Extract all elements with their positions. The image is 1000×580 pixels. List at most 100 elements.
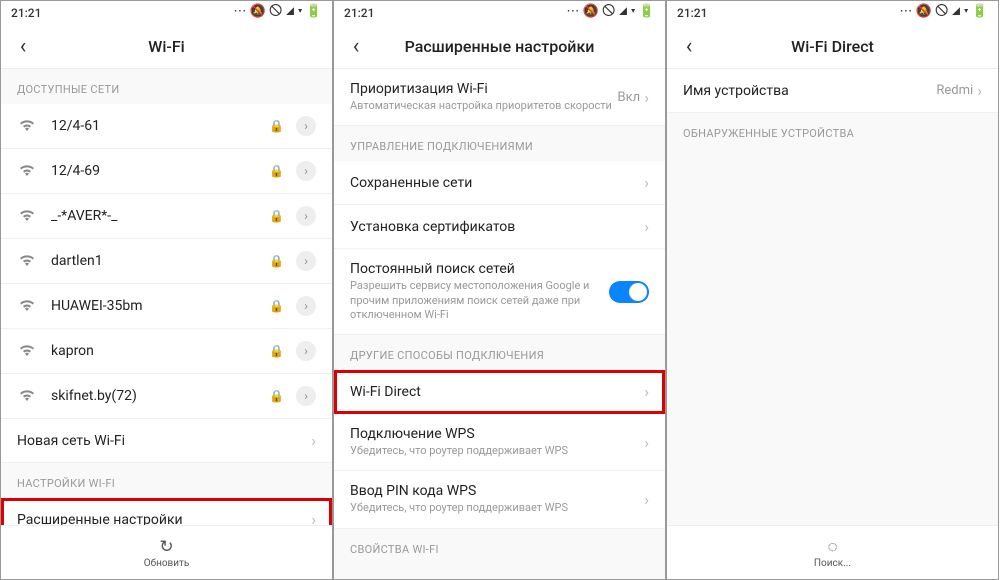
- network-name: kapron: [51, 343, 269, 359]
- network-row[interactable]: kapron 🔒 ›: [1, 329, 332, 374]
- section-connection-management: УПРАВЛЕНИЕ ПОДКЛЮЧЕНИЯМИ: [334, 126, 665, 161]
- wifi-direct-row[interactable]: Wi-Fi Direct ›: [334, 370, 665, 414]
- network-name: skifnet.by(72): [51, 388, 269, 404]
- priority-sub: Автоматическая настройка приоритетов ско…: [350, 99, 618, 113]
- lock-icon: 🔒: [269, 344, 284, 358]
- refresh-icon: ↻: [159, 537, 173, 557]
- chevron-icon: ›: [644, 88, 649, 107]
- priority-title: Приоритизация Wi-Fi: [350, 81, 618, 97]
- network-row[interactable]: 12/4-61 🔒 ›: [1, 104, 332, 149]
- section-other-methods: ДРУГИЕ СПОСОБЫ ПОДКЛЮЧЕНИЯ: [334, 335, 665, 370]
- search-icon: ◌: [827, 537, 837, 557]
- content: Имя устройства Redmi › ОБНАРУЖЕННЫЕ УСТР…: [667, 69, 998, 525]
- content: Приоритизация Wi-Fi Автоматическая настр…: [334, 69, 665, 579]
- network-row[interactable]: dartlen1 🔒 ›: [1, 239, 332, 284]
- chevron-icon: ›: [296, 296, 316, 316]
- footer-label: Обновить: [144, 558, 190, 569]
- status-time: 21:21: [677, 6, 707, 20]
- wifi-icon: [17, 297, 37, 315]
- status-bar: 21:21 ⋯ 🔕 🛇 ◢ ▾ 🔋: [1, 1, 332, 25]
- wps-row[interactable]: Подключение WPS Убедитесь, что роутер по…: [334, 414, 665, 471]
- back-button[interactable]: ‹: [667, 25, 711, 69]
- saved-networks-label: Сохраненные сети: [350, 175, 640, 191]
- lock-icon: 🔒: [269, 389, 284, 403]
- advanced-settings-label: Расширенные настройки: [17, 512, 307, 526]
- footer-label: Поиск...: [814, 558, 851, 569]
- wifi-priority-row[interactable]: Приоритизация Wi-Fi Автоматическая настр…: [334, 69, 665, 126]
- chevron-icon: ›: [296, 341, 316, 361]
- priority-value: Вкл: [618, 90, 641, 105]
- wps-sub: Убедитесь, что роутер поддерживает WPS: [350, 444, 640, 458]
- back-button[interactable]: ‹: [334, 25, 378, 69]
- status-bar: 21:21 ⋯ 🔕 🛇 ◢ ▾ 🔋: [334, 1, 665, 25]
- lock-icon: 🔒: [269, 119, 284, 133]
- install-certs-label: Установка сертификатов: [350, 219, 640, 235]
- saved-networks-row[interactable]: Сохраненные сети ›: [334, 161, 665, 205]
- chevron-icon: ›: [311, 431, 316, 450]
- scan-toggle[interactable]: [609, 281, 649, 303]
- wps-pin-title: Ввод PIN кода WPS: [350, 483, 640, 499]
- wps-title: Подключение WPS: [350, 426, 640, 442]
- network-row[interactable]: 12/4-69 🔒 ›: [1, 149, 332, 194]
- back-button[interactable]: ‹: [1, 25, 45, 69]
- page-title: Wi-Fi: [1, 37, 332, 56]
- page-title: Расширенные настройки: [334, 37, 665, 56]
- device-name-row[interactable]: Имя устройства Redmi ›: [667, 69, 998, 113]
- network-name: dartlen1: [51, 253, 269, 269]
- wifi-icon: [17, 252, 37, 270]
- device-name-value: Redmi: [936, 83, 973, 98]
- wifi-icon: [17, 117, 37, 135]
- chevron-icon: ›: [977, 81, 982, 100]
- lock-icon: 🔒: [269, 254, 284, 268]
- chevron-icon: ›: [644, 173, 649, 192]
- network-row[interactable]: skifnet.by(72) 🔒 ›: [1, 374, 332, 419]
- status-bar: 21:21 ⋯ 🔕 🛇 ◢ ▾ 🔋: [667, 1, 998, 25]
- network-row[interactable]: _-*AVER*-_ 🔒 ›: [1, 194, 332, 239]
- network-name: 12/4-61: [51, 118, 269, 134]
- lock-icon: 🔒: [269, 164, 284, 178]
- network-name: _-*AVER*-_: [51, 208, 269, 224]
- wifi-icon: [17, 162, 37, 180]
- wps-pin-row[interactable]: Ввод PIN кода WPS Убедитесь, что роутер …: [334, 471, 665, 528]
- header: ‹ Wi-Fi Direct: [667, 25, 998, 69]
- new-network-row[interactable]: Новая сеть Wi-Fi ›: [1, 419, 332, 463]
- status-icons: ⋯ 🔕 🛇 ◢ ▾ 🔋: [566, 2, 655, 24]
- install-certs-row[interactable]: Установка сертификатов ›: [334, 205, 665, 249]
- content: ДОСТУПНЫЕ СЕТИ 12/4-61 🔒 › 12/4-69 🔒 › _…: [1, 69, 332, 525]
- wifi-icon: [17, 387, 37, 405]
- phone-screen-2: 21:21 ⋯ 🔕 🛇 ◢ ▾ 🔋 ‹ Расширенные настройк…: [333, 0, 666, 580]
- wifi-icon: [17, 342, 37, 360]
- chevron-icon: ›: [296, 116, 316, 136]
- chevron-icon: ›: [644, 433, 649, 452]
- scan-sub: Разрешить сервису местоположения Google …: [350, 279, 609, 322]
- wps-pin-sub: Убедитесь, что роутер поддерживает WPS: [350, 501, 640, 515]
- always-scan-row[interactable]: Постоянный поиск сетей Разрешить сервису…: [334, 249, 665, 335]
- lock-icon: 🔒: [269, 299, 284, 313]
- wifi-direct-label: Wi-Fi Direct: [350, 384, 640, 400]
- header: ‹ Расширенные настройки: [334, 25, 665, 69]
- section-available-networks: ДОСТУПНЫЕ СЕТИ: [1, 69, 332, 104]
- chevron-icon: ›: [644, 382, 649, 401]
- lock-icon: 🔒: [269, 209, 284, 223]
- section-wifi-settings: НАСТРОЙКИ WI-FI: [1, 463, 332, 498]
- chevron-icon: ›: [644, 490, 649, 509]
- footer-refresh[interactable]: ↻ Обновить: [1, 525, 332, 579]
- phone-screen-3: 21:21 ⋯ 🔕 🛇 ◢ ▾ 🔋 ‹ Wi-Fi Direct Имя уст…: [666, 0, 999, 580]
- wifi-icon: [17, 207, 37, 225]
- device-name-label: Имя устройства: [683, 83, 936, 99]
- status-icons: ⋯ 🔕 🛇 ◢ ▾ 🔋: [899, 2, 988, 24]
- header: ‹ Wi-Fi: [1, 25, 332, 69]
- chevron-icon: ›: [644, 217, 649, 236]
- page-title: Wi-Fi Direct: [667, 37, 998, 56]
- chevron-icon: ›: [296, 206, 316, 226]
- status-time: 21:21: [344, 6, 374, 20]
- phone-screen-1: 21:21 ⋯ 🔕 🛇 ◢ ▾ 🔋 ‹ Wi-Fi ДОСТУПНЫЕ СЕТИ…: [0, 0, 333, 580]
- footer-search[interactable]: ◌ Поиск...: [667, 525, 998, 579]
- network-row[interactable]: HUAWEI-35bm 🔒 ›: [1, 284, 332, 329]
- section-wifi-props: СВОЙСТВА WI-FI: [334, 529, 665, 564]
- advanced-settings-row[interactable]: Расширенные настройки ›: [1, 498, 332, 525]
- chevron-icon: ›: [296, 251, 316, 271]
- chevron-icon: ›: [296, 161, 316, 181]
- status-time: 21:21: [11, 6, 41, 20]
- status-icons: ⋯ 🔕 🛇 ◢ ▾ 🔋: [233, 2, 322, 24]
